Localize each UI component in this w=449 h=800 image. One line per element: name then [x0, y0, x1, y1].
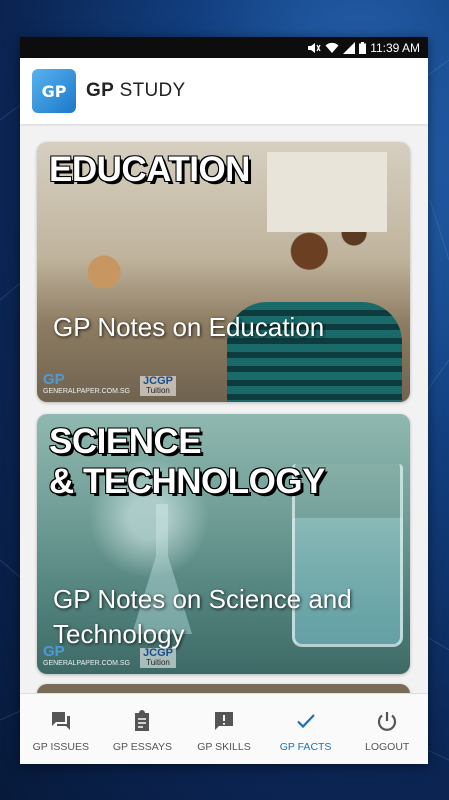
app-header: GP GP STUDY — [20, 58, 428, 124]
nav-label: LOGOUT — [365, 741, 410, 753]
watermark-tuition-label: Tuition — [146, 658, 170, 667]
watermark-brand: JCGP — [143, 375, 173, 387]
watermark-logo: GP GENERALPAPER.COM.SG — [43, 644, 130, 668]
nav-gp-essays[interactable]: GP ESSAYS — [102, 694, 184, 764]
whiteboard-image — [267, 152, 387, 232]
card-heading: SCIENCE & TECHNOLOGY — [49, 422, 325, 501]
bottom-navigation: GP ISSUES GP ESSAYS GP SKILLS GP FACTS L… — [20, 693, 428, 764]
nav-logout[interactable]: LOGOUT — [346, 694, 428, 764]
watermark-site: GENERALPAPER.COM.SG — [43, 388, 131, 395]
watermark-brand: JCGP — [143, 647, 173, 659]
signal-icon — [343, 41, 356, 54]
card-subtitle: GP Notes on Education — [53, 312, 325, 342]
watermark-logo: GP GENERALPAPER.COM.SG — [43, 372, 130, 396]
chat-icon — [51, 712, 70, 730]
card-science-technology[interactable]: SCIENCE & TECHNOLOGY GP Notes on Science… — [37, 414, 410, 674]
watermark-tuition: JCGP Tuition — [140, 376, 176, 396]
nav-label: GP ESSAYS — [112, 741, 172, 753]
watermark-site: GENERALPAPER.COM.SG — [43, 660, 131, 667]
watermark-logo-mark: GP — [43, 643, 65, 660]
wifi-icon — [325, 42, 339, 54]
watermark-tuition-label: Tuition — [146, 386, 170, 395]
status-time: 11:39 AM — [370, 40, 420, 55]
app-title: GP STUDY — [86, 80, 186, 102]
app-title-rest: STUDY — [114, 80, 186, 101]
nav-label: GP ISSUES — [32, 741, 89, 753]
alert-message-icon — [214, 712, 233, 730]
nav-gp-skills[interactable]: GP SKILLS — [183, 694, 265, 764]
logo-text: GP — [41, 81, 67, 101]
app-logo: GP — [32, 69, 76, 113]
app-title-bold: GP — [86, 80, 115, 101]
nav-gp-issues[interactable]: GP ISSUES — [20, 694, 102, 764]
status-bar: 11:39 AM — [20, 37, 428, 58]
check-icon — [296, 714, 315, 729]
watermark-tuition: JCGP Tuition — [140, 648, 176, 668]
nav-gp-facts[interactable]: GP FACTS — [265, 694, 347, 764]
watermark-logo-mark: GP — [43, 371, 65, 388]
nav-label: GP FACTS — [279, 741, 332, 753]
nav-label: GP SKILLS — [197, 741, 251, 753]
watermark: GP GENERALPAPER.COM.SG JCGP Tuition — [43, 372, 176, 396]
card-heading: EDUCATION — [49, 150, 250, 189]
clipboard-icon — [135, 710, 150, 731]
card-subtitle: GP Notes on Science and Technology — [53, 584, 352, 649]
power-icon — [378, 712, 397, 731]
card-education[interactable]: EDUCATION GP Notes on Education GP GENER… — [37, 142, 410, 402]
battery-icon — [359, 41, 367, 54]
card-list[interactable]: EDUCATION GP Notes on Education GP GENER… — [20, 124, 428, 694]
phone-screen: 11:39 AM GP GP STUDY EDUCATION GP Notes … — [20, 37, 428, 764]
watermark: GP GENERALPAPER.COM.SG JCGP Tuition — [43, 644, 176, 668]
mute-icon — [307, 42, 321, 54]
